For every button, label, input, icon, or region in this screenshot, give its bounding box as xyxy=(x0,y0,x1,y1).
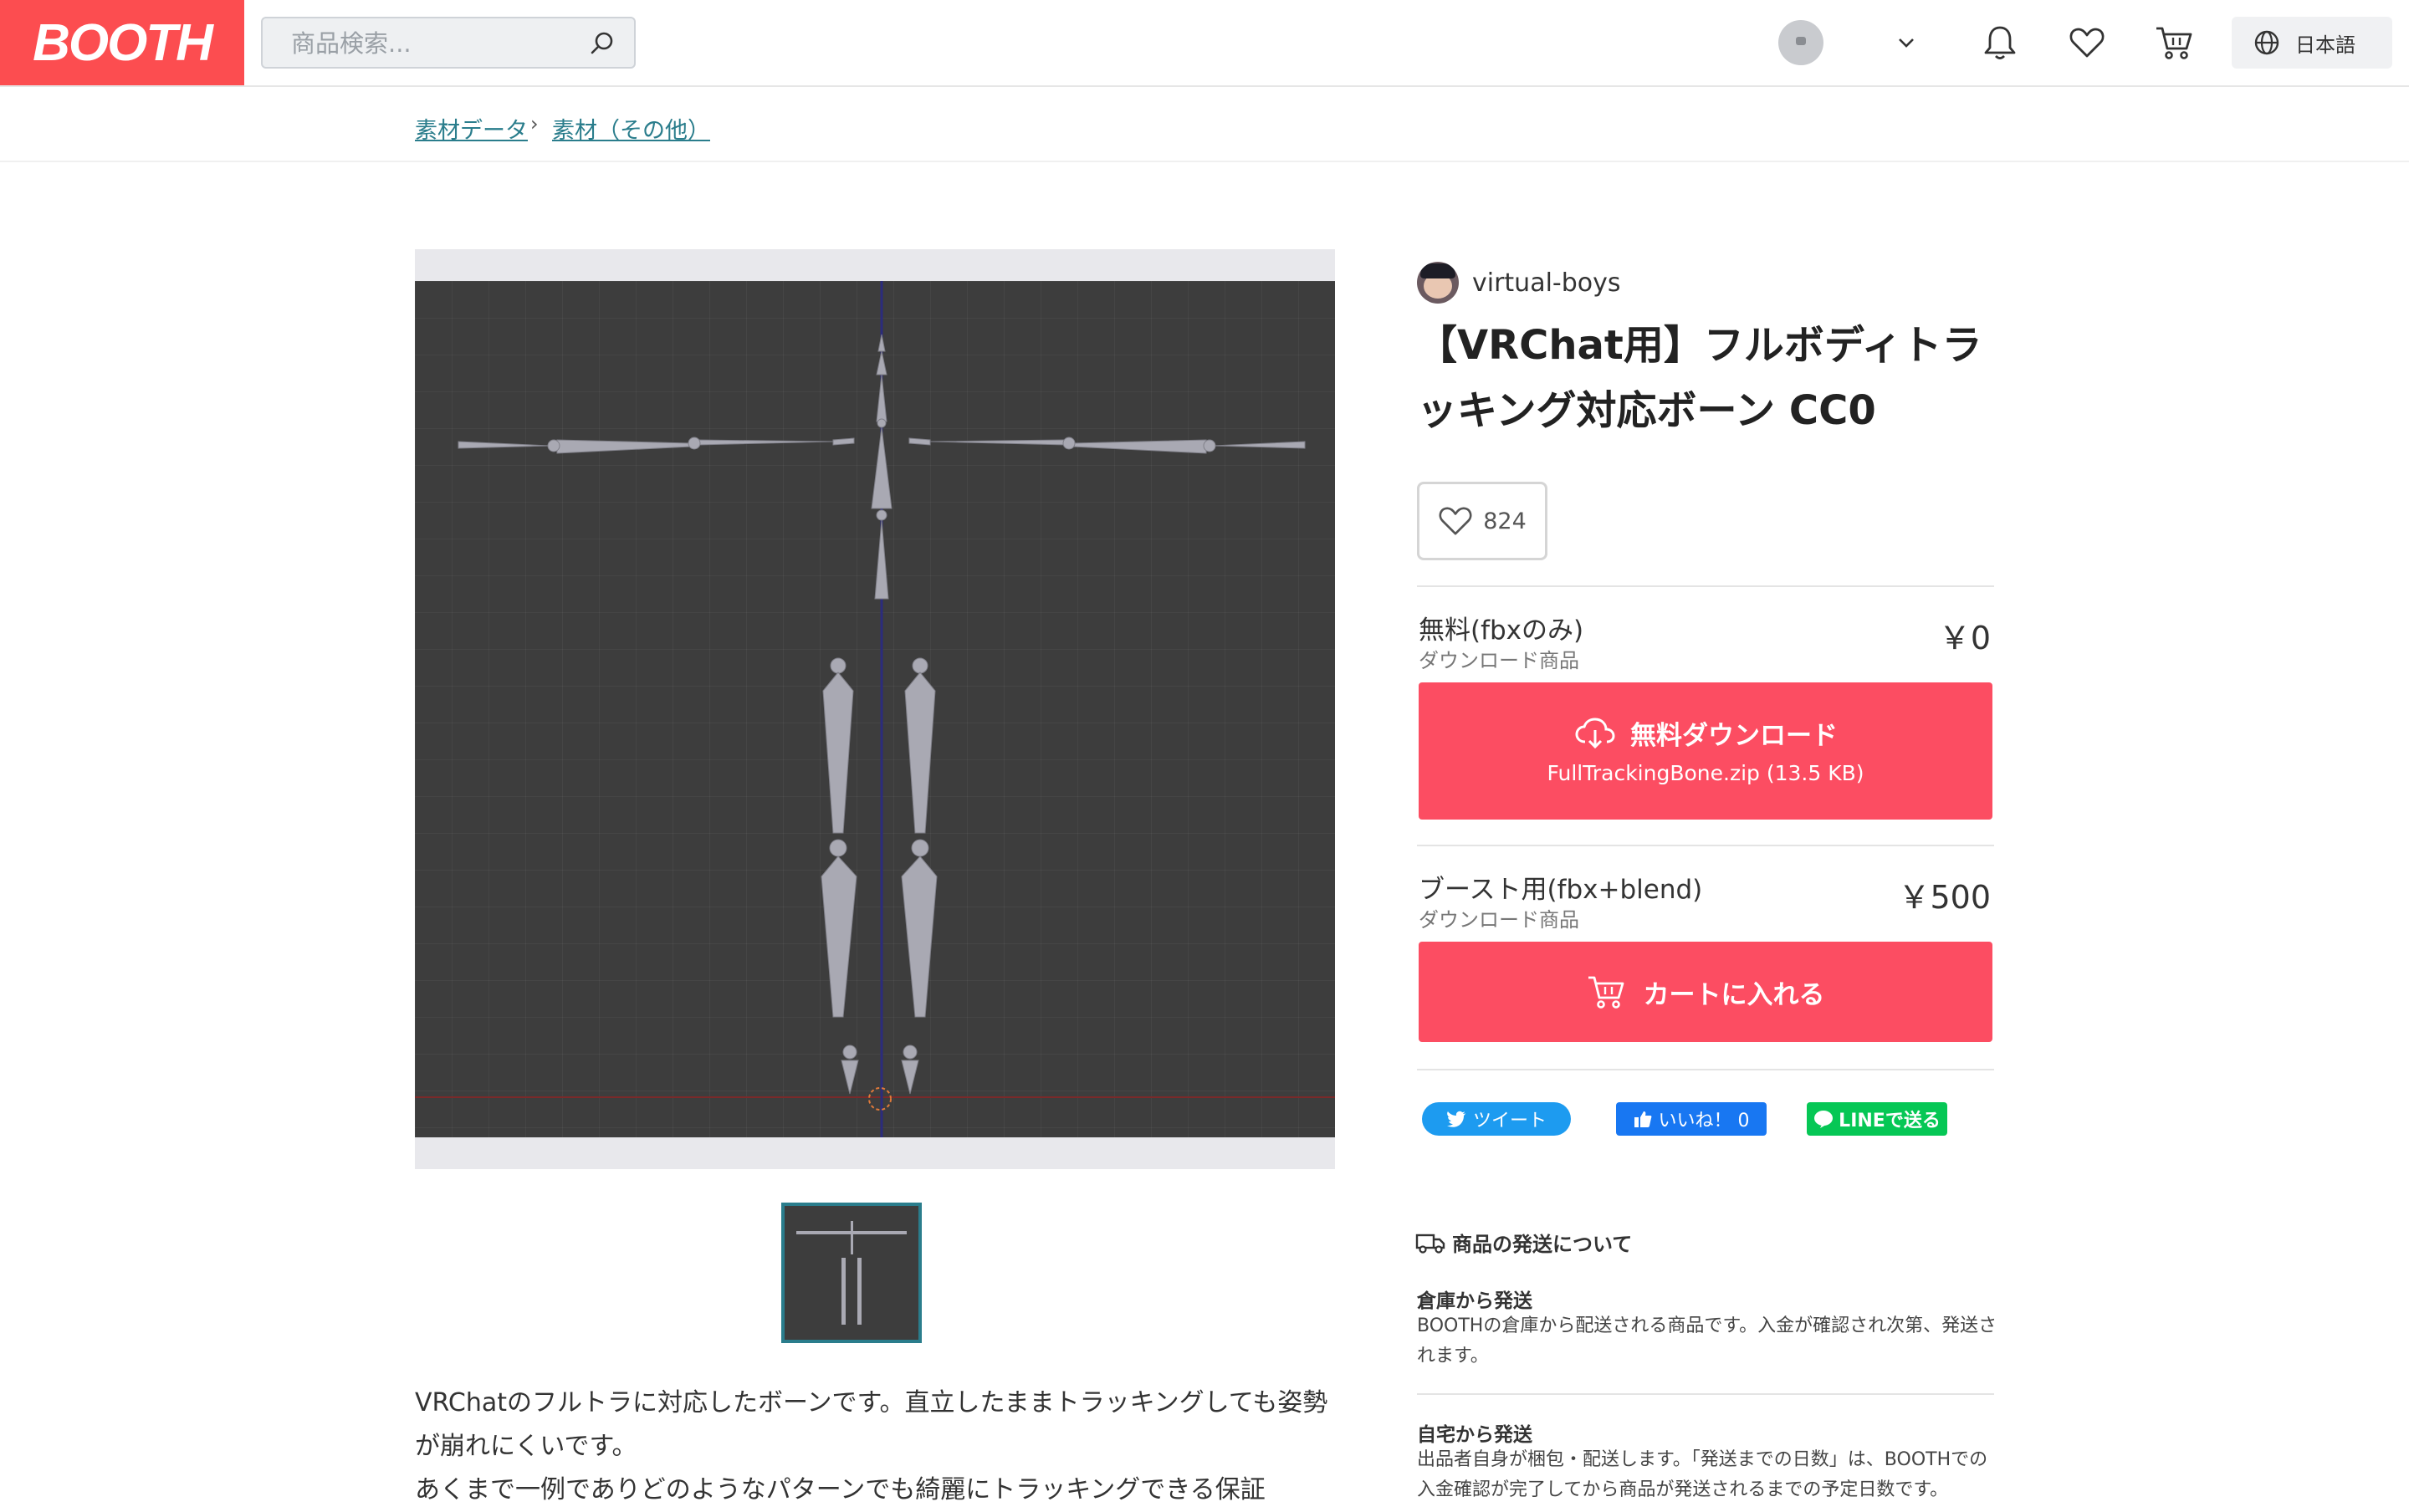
cloud-download-icon xyxy=(1575,717,1615,748)
breadcrumb: 素材データ › 素材（その他） xyxy=(0,87,2409,162)
thumbs-up-icon xyxy=(1634,1111,1651,1127)
breadcrumb-subcategory[interactable]: 素材（その他） xyxy=(552,112,710,145)
search-icon[interactable] xyxy=(589,30,616,57)
facebook-like-button[interactable]: いいね！ 0 xyxy=(1616,1102,1767,1136)
shipping-heading-label: 商品の発送について xyxy=(1452,1233,1633,1256)
search-box xyxy=(261,17,636,69)
twitter-bird-icon xyxy=(1446,1111,1465,1127)
search-input[interactable] xyxy=(263,18,594,69)
tweet-label: ツイート xyxy=(1472,1111,1547,1131)
heart-icon xyxy=(1439,507,1472,535)
tweet-button[interactable]: ツイート xyxy=(1422,1102,1571,1136)
product-description: VRChatのフルトラに対応したボーンです。直立したままトラッキングしても姿勢が… xyxy=(415,1382,1343,1512)
gallery-thumbnail[interactable] xyxy=(781,1203,922,1343)
cart-icon xyxy=(2156,27,2192,59)
product-gallery xyxy=(415,249,1335,1169)
variant-type: ダウンロード商品 xyxy=(1419,649,1579,672)
user-avatar[interactable] xyxy=(1778,20,1823,65)
cart-button[interactable] xyxy=(2153,22,2195,64)
variant-name: 無料(fbxのみ) xyxy=(1419,616,1584,646)
booth-logo[interactable]: BOOTH xyxy=(0,0,244,85)
description-paragraph: VRChatのフルトラに対応したボーンです。直立したままトラッキングしても姿勢が… xyxy=(415,1388,1328,1461)
like-count: 824 xyxy=(1483,508,1527,534)
like-button[interactable]: 824 xyxy=(1417,482,1547,560)
divider xyxy=(1417,845,1994,846)
divider xyxy=(1417,1393,1994,1395)
shipping-heading: 商品の発送について xyxy=(1415,1228,1632,1257)
download-filename: FullTrackingBone.zip (13.5 KB) xyxy=(1547,761,1864,785)
add-to-cart-button[interactable]: カートに入れる xyxy=(1419,942,1992,1042)
shop-link[interactable]: virtual-boys xyxy=(1417,261,1621,304)
cart-icon xyxy=(1588,976,1624,1009)
globe-icon xyxy=(2254,30,2279,55)
product-title: 【VRChat用】フルボディトラッキング対応ボーン CC0 xyxy=(1417,322,1982,434)
divider xyxy=(1417,585,1994,587)
chevron-down-icon xyxy=(1899,38,1914,48)
notifications-button[interactable] xyxy=(1979,22,2021,64)
breadcrumb-separator: › xyxy=(530,112,539,135)
facebook-like-label: いいね！ 0 xyxy=(1658,1111,1750,1131)
description-paragraph: あくまで一例でありどのようなパターンでも綺麗にトラッキングできる保証 xyxy=(415,1475,1266,1504)
line-share-button[interactable]: LINEで送る xyxy=(1807,1102,1947,1136)
bone-rig-image xyxy=(415,281,1335,1137)
wishlist-button[interactable] xyxy=(2066,22,2108,64)
language-selector[interactable]: 日本語 xyxy=(2232,17,2392,69)
variant-price: ￥500 xyxy=(1898,879,1991,916)
logo-text: BOOTH xyxy=(33,13,213,72)
bell-icon xyxy=(1984,26,2016,59)
shipping-warehouse-title: 倉庫から発送 xyxy=(1417,1290,1532,1312)
breadcrumb-category[interactable]: 素材データ xyxy=(415,112,528,145)
shipping-home-title: 自宅から発送 xyxy=(1417,1424,1532,1446)
variant-name: ブースト用(fbx+blend) xyxy=(1419,875,1703,905)
shop-name: virtual-boys xyxy=(1472,268,1621,298)
site-header: BOOTH 商品検索... 日本語 xyxy=(0,0,2409,87)
truck-icon xyxy=(1415,1234,1445,1254)
variant-type: ダウンロード商品 xyxy=(1419,908,1579,932)
add-to-cart-label: カートに入れる xyxy=(1643,979,1825,1010)
download-label: 無料ダウンロード xyxy=(1630,721,1838,751)
thumbnail-image xyxy=(796,1221,907,1325)
free-download-button[interactable]: 無料ダウンロード FullTrackingBone.zip (13.5 KB) xyxy=(1419,682,1992,820)
line-share-label: LINEで送る xyxy=(1839,1111,1941,1131)
line-icon xyxy=(1814,1111,1834,1128)
heart-icon xyxy=(2069,28,2105,58)
shipping-home-description: 出品者自身が梱包・配送します。「発送までの日数」は、BOOTHでの入金確認が完了… xyxy=(1417,1449,1988,1500)
divider xyxy=(1417,1069,1994,1070)
shop-avatar xyxy=(1417,262,1459,304)
language-label: 日本語 xyxy=(2295,33,2355,57)
product-main-image[interactable] xyxy=(415,281,1335,1137)
variant-price: ￥0 xyxy=(1938,620,1991,656)
account-menu-toggle[interactable] xyxy=(1885,22,1927,64)
shipping-warehouse-description: BOOTHの倉庫から配送される商品です。入金が確認され次第、発送されます。 xyxy=(1417,1315,1997,1366)
